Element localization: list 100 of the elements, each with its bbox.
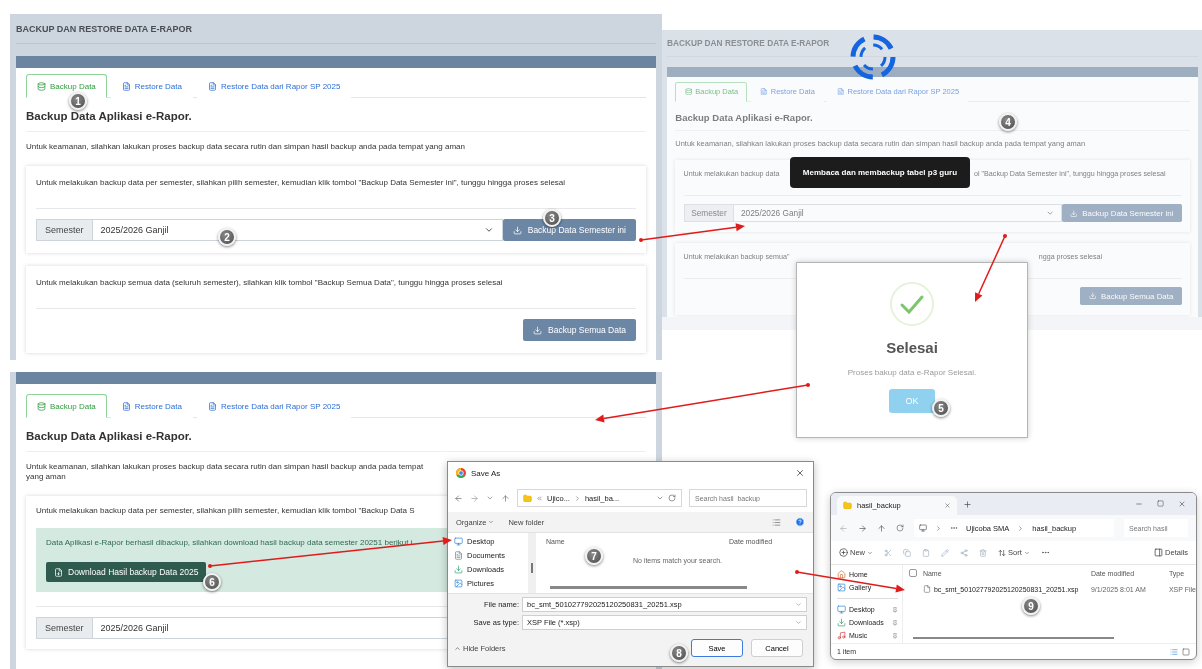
page-title: BACKUP DAN RESTORE DATA E-RAPOR <box>666 30 1199 57</box>
scrollbar[interactable] <box>550 586 748 589</box>
music-icon <box>837 631 846 640</box>
semester-label: Semester <box>36 219 93 241</box>
maximize-icon[interactable] <box>1157 500 1164 507</box>
picture-icon <box>837 583 846 592</box>
tile-view-icon[interactable] <box>1182 647 1190 656</box>
loading-spinner-icon <box>850 34 896 80</box>
database-icon <box>684 87 693 96</box>
close-icon[interactable] <box>1178 500 1186 508</box>
up-arrow-icon[interactable] <box>877 523 886 533</box>
dialog-title: Selesai <box>886 339 938 356</box>
file-icon <box>121 81 131 91</box>
backup-all-button[interactable]: Backup Semua Data <box>523 319 636 341</box>
section-heading: Backup Data Aplikasi e-Rapor. <box>26 430 646 452</box>
chevron-right-icon <box>573 494 581 502</box>
rename-icon[interactable] <box>941 548 949 557</box>
caret-icon <box>488 519 495 525</box>
folder-icon <box>523 493 532 503</box>
details-pane-icon <box>1154 548 1164 557</box>
file-icon <box>760 87 768 96</box>
more-icon[interactable] <box>1040 548 1050 557</box>
file-icon <box>121 401 131 411</box>
plus-circle-icon <box>839 548 848 557</box>
document-icon <box>454 551 463 560</box>
dialog-message: Proses bakup data e-Rapor Selesai. <box>847 368 977 377</box>
page-title: BACKUP DAN RESTORE DATA E-RAPOR <box>16 14 656 44</box>
close-icon[interactable] <box>944 502 951 509</box>
chevron-down-icon <box>1045 209 1054 218</box>
chevron-down-icon[interactable] <box>486 494 494 502</box>
annotation-arrow <box>975 234 1007 302</box>
chevron-down-icon <box>795 618 802 626</box>
picture-icon <box>454 579 463 588</box>
minimize-icon[interactable] <box>1135 500 1143 508</box>
refresh-icon[interactable] <box>896 524 904 532</box>
chevron-down-icon <box>483 225 494 235</box>
loading-tooltip: Membaca dan membackup tabel p3 guru <box>790 157 970 188</box>
section-heading: Backup Data Aplikasi e-Rapor. <box>26 110 646 132</box>
dialog-title: Save As <box>471 468 501 478</box>
chevron-right-icon <box>935 524 942 532</box>
browser-logo-icon <box>456 468 466 478</box>
intro-text: Untuk keamanan, silahkan lakukan proses backup data secara rutin dan simpan hasil backup anda pada tempat yang aman <box>675 139 1087 149</box>
monitor-icon <box>454 537 463 546</box>
chevron-down-icon <box>656 494 664 502</box>
instruction-text: Untuk melakukan backup data per semester, silahkan pilih semester, kemudian klik tombol "Backup Data Semester ini", tunggu hingga proses selesai <box>36 178 567 188</box>
file-icon <box>207 81 217 91</box>
file-icon <box>836 87 845 96</box>
caret-icon <box>867 549 873 556</box>
back-arrow-icon[interactable] <box>839 523 848 533</box>
list-view-icon[interactable] <box>772 517 781 527</box>
list-view-icon[interactable] <box>1170 647 1178 656</box>
forward-arrow-icon[interactable] <box>858 523 867 533</box>
help-icon[interactable] <box>795 517 805 527</box>
database-icon <box>37 401 46 411</box>
download-backup-button[interactable]: Download Hasil backup Data 2025 <box>46 562 207 582</box>
download-icon <box>1088 292 1097 300</box>
up-arrow-icon[interactable] <box>501 493 510 503</box>
download-icon <box>454 565 463 574</box>
intro-text: Untuk keamanan, silahkan lakukan proses backup data secara rutin dan simpan hasil backup anda pada tempat yang aman <box>26 462 425 482</box>
success-check-icon <box>889 281 935 327</box>
caret-icon <box>1023 549 1030 556</box>
download-icon <box>1069 209 1078 218</box>
copy-icon[interactable] <box>903 548 911 557</box>
chevron-down-icon <box>795 600 802 608</box>
sort-icon <box>998 548 1006 557</box>
intro-text: Untuk keamanan, silahkan lakukan proses backup data secara rutin dan simpan hasil backup anda pada tempat yang aman <box>26 142 466 152</box>
semester-label: Semester <box>683 204 735 223</box>
download-icon <box>512 225 522 235</box>
scrollbar[interactable] <box>912 637 1114 639</box>
plus-icon[interactable] <box>963 499 972 509</box>
instruction-text: Untuk melakukan backup semua data (seluruh semester), silahkan klik tombol "Backup Semua Data", tunggu hingga proses selesai <box>36 278 504 288</box>
chevron-up-icon <box>454 644 461 652</box>
select-all-checkbox[interactable] <box>908 569 917 577</box>
tab[interactable]: Backup Data <box>26 394 107 418</box>
close-icon[interactable] <box>795 468 805 478</box>
instruction-text: Untuk melakukan backup data per semester, silahkan pilih semester, kemudian klik tombol "Backup Data S <box>36 506 416 516</box>
ellipsis-icon <box>950 524 958 532</box>
tab[interactable]: Backup Data <box>26 74 107 98</box>
monitor-icon <box>837 605 846 614</box>
file-icon <box>54 567 63 577</box>
database-icon <box>37 81 46 91</box>
share-icon[interactable] <box>960 548 968 557</box>
scrollbar[interactable] <box>528 533 536 593</box>
folder-icon <box>843 501 852 510</box>
back-arrow-icon[interactable] <box>454 493 463 503</box>
file-icon <box>922 585 931 593</box>
delete-icon[interactable] <box>979 548 987 557</box>
cut-icon[interactable] <box>884 548 892 557</box>
semester-select[interactable]: 2025/2026 Ganjil <box>734 204 1062 223</box>
refresh-icon <box>668 494 676 502</box>
semester-label: Semester <box>36 617 93 639</box>
chevrons-icon <box>536 494 543 502</box>
paste-icon[interactable] <box>922 548 930 557</box>
monitor-icon <box>919 524 927 532</box>
download-icon <box>533 325 543 335</box>
file-icon <box>207 401 217 411</box>
home-icon <box>837 570 846 579</box>
forward-arrow-icon[interactable] <box>470 493 479 503</box>
download-icon <box>837 618 846 627</box>
chevron-right-icon <box>1017 524 1025 532</box>
